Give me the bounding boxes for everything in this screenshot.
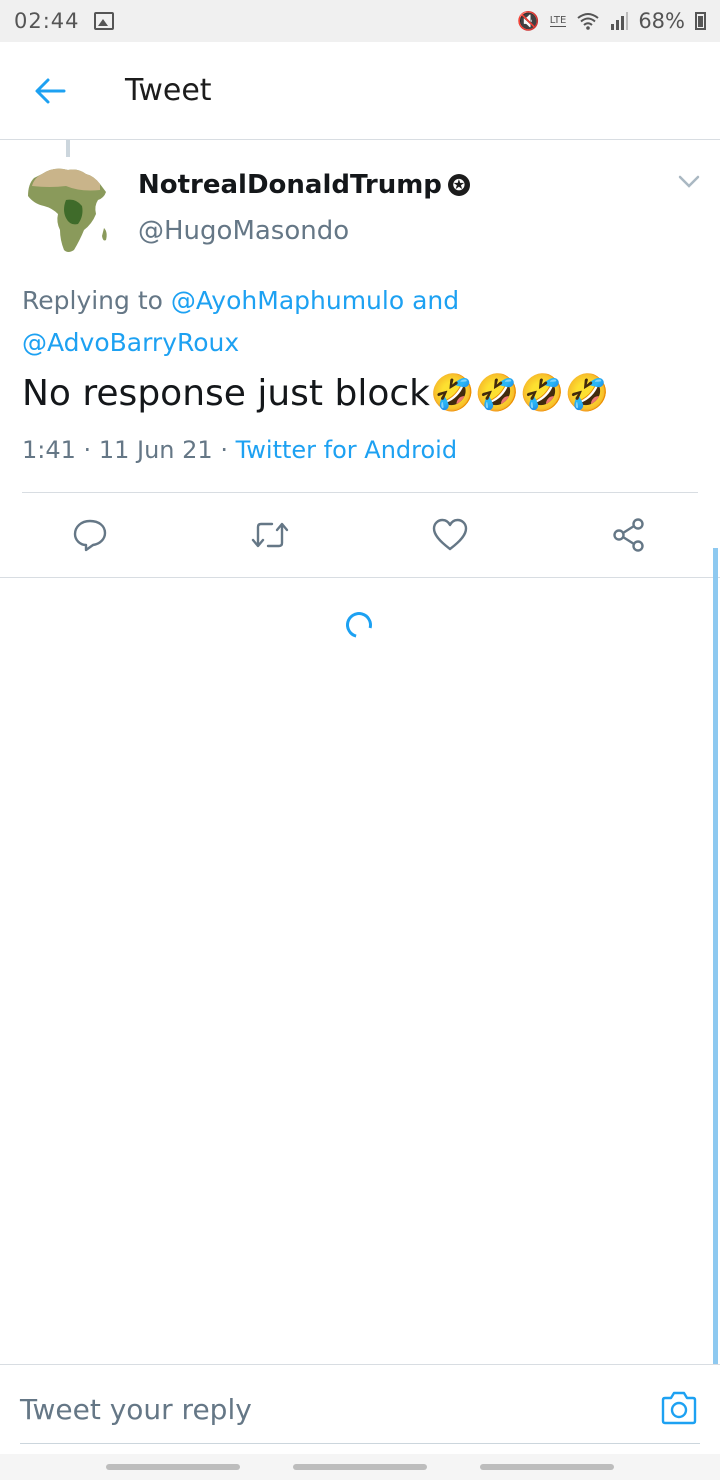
star-badge-icon: ✪	[447, 174, 470, 196]
nav-home-gesture[interactable]	[292, 1464, 427, 1470]
tweet-text: No response just block🤣🤣🤣🤣	[22, 373, 610, 414]
system-nav-bar	[0, 1454, 720, 1480]
reply-input[interactable]: Tweet your reply	[20, 1393, 252, 1426]
replying-prefix: Replying to	[22, 286, 163, 315]
app-bar: Tweet	[0, 42, 720, 140]
more-options-button[interactable]	[678, 174, 700, 193]
arrow-left-icon	[35, 78, 66, 103]
reply-input-underline	[20, 1443, 700, 1444]
mention-link[interactable]: @AyohMaphumulo	[171, 286, 404, 315]
status-icons: 🔇 LTE 68%	[517, 9, 706, 33]
signal-icon	[611, 12, 629, 30]
user-handle[interactable]: @HugoMasondo	[138, 216, 349, 246]
africa-map-avatar-icon	[28, 168, 107, 252]
gallery-notification-icon	[93, 12, 114, 30]
conjunction: and	[412, 286, 460, 315]
share-icon	[613, 518, 644, 552]
tweet-meta: 1:41 · 11 Jun 21 · Twitter for Android	[22, 436, 457, 464]
reply-button[interactable]	[70, 515, 110, 555]
tweet-actions	[0, 493, 720, 577]
thread-connector	[66, 140, 70, 157]
retweet-button[interactable]	[250, 515, 290, 555]
nav-back-gesture[interactable]	[479, 1464, 614, 1470]
tweet-date: 11 Jun 21	[98, 436, 213, 464]
share-button[interactable]	[609, 515, 649, 555]
nav-recents-gesture[interactable]	[106, 1464, 241, 1470]
chevron-down-icon	[678, 175, 700, 188]
replying-to: Replying to @AyohMaphumulo and @AdvoBarr…	[22, 280, 702, 364]
display-name-text: NotrealDonaldTrump	[138, 170, 442, 200]
lte-icon: LTE	[549, 14, 567, 27]
status-bar: 02:44 🔇 LTE 68%	[0, 0, 720, 42]
meta-separator: ·	[83, 436, 92, 464]
battery-percent: 68%	[638, 9, 685, 33]
avatar[interactable]	[20, 160, 118, 258]
page-title: Tweet	[125, 73, 212, 108]
scrollbar[interactable]	[713, 548, 718, 1364]
mute-icon: 🔇	[517, 10, 540, 32]
reply-icon	[73, 519, 107, 552]
display-name[interactable]: NotrealDonaldTrump ✪	[138, 170, 470, 200]
tweet-source-link[interactable]: Twitter for Android	[236, 436, 457, 464]
camera-button[interactable]	[660, 1391, 698, 1429]
meta-separator: ·	[220, 436, 228, 464]
like-button[interactable]	[430, 515, 470, 555]
camera-icon	[661, 1391, 697, 1425]
back-button[interactable]	[0, 42, 100, 140]
divider	[0, 577, 720, 578]
retweet-icon	[251, 522, 289, 548]
tweet-time: 1:41	[22, 436, 76, 464]
battery-icon	[695, 12, 706, 30]
reply-composer: Tweet your reply	[0, 1364, 720, 1454]
wifi-icon	[577, 13, 599, 30]
heart-icon	[432, 518, 468, 551]
status-time: 02:44	[14, 9, 80, 33]
mention-link[interactable]: @AdvoBarryRoux	[22, 328, 239, 357]
loading-spinner-icon	[341, 607, 377, 643]
